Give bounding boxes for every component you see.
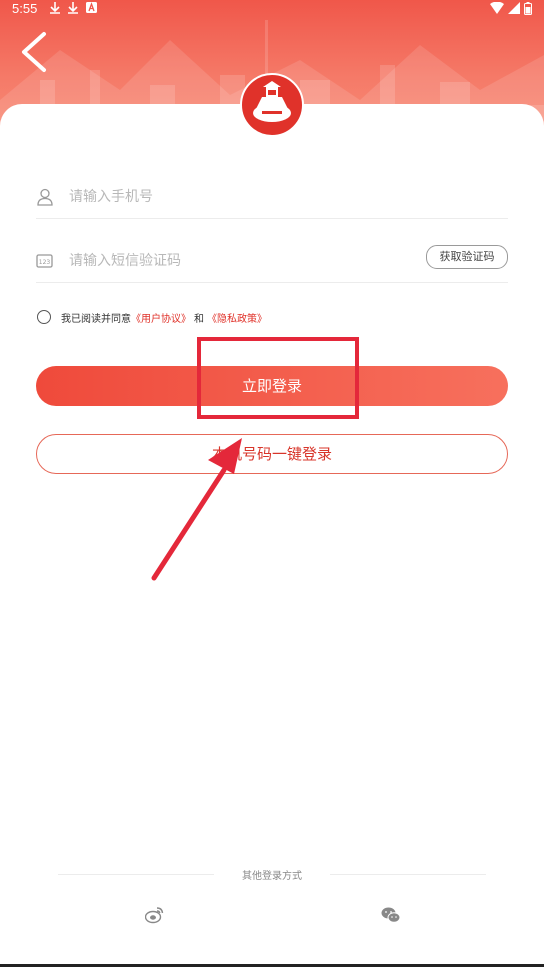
svg-text:123: 123 xyxy=(39,259,51,266)
weibo-icon[interactable] xyxy=(145,906,165,924)
app-logo xyxy=(240,73,304,137)
other-login-label: 其他登录方式 xyxy=(242,871,302,882)
login-card xyxy=(0,104,544,967)
phone-field xyxy=(36,178,508,219)
user-agreement-link[interactable]: 《用户协议》 xyxy=(131,310,191,325)
one-key-login-button[interactable]: 本机号码一键登录 xyxy=(36,434,508,474)
phone-input[interactable] xyxy=(69,182,439,212)
sms-code-field: 123 获取验证码 xyxy=(36,242,508,283)
signal-icon xyxy=(508,2,520,14)
battery-icon xyxy=(524,2,532,15)
chevron-left-icon xyxy=(22,32,46,72)
status-bar: 5:55 xyxy=(0,0,544,18)
agreement-checkbox[interactable] xyxy=(37,310,51,324)
download-icon xyxy=(50,2,60,14)
wifi-icon xyxy=(490,2,504,14)
notification-a-icon xyxy=(86,2,97,13)
back-button[interactable] xyxy=(18,30,52,74)
download-icon xyxy=(68,2,78,14)
wechat-icon[interactable] xyxy=(381,906,401,924)
user-icon xyxy=(37,188,53,206)
status-time: 5:55 xyxy=(12,1,38,16)
agreement-row: 我已阅读并同意 《用户协议》 和 《隐私政策》 xyxy=(37,309,267,325)
sms-code-input[interactable] xyxy=(69,246,369,276)
privacy-policy-link[interactable]: 《隐私政策》 xyxy=(207,310,267,325)
agreement-text: 我已阅读并同意 xyxy=(61,313,131,325)
sms-code-icon: 123 xyxy=(36,254,53,268)
highlight-box xyxy=(197,337,359,419)
get-code-button[interactable]: 获取验证码 xyxy=(426,245,508,269)
agreement-and-text: 和 xyxy=(194,313,204,325)
